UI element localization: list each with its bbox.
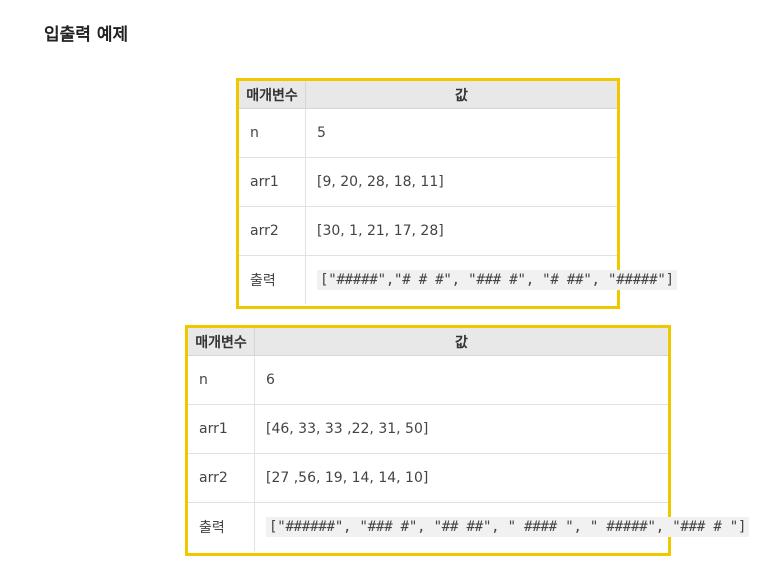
param-name-cell: n [188, 355, 255, 405]
param-name-cell: arr2 [239, 206, 306, 256]
table-row: arr1 [9, 20, 28, 18, 11] [239, 157, 617, 207]
param-name-cell: n [239, 108, 306, 158]
value-column-header: 값 [305, 81, 617, 109]
param-name-cell: arr1 [239, 157, 306, 207]
output-value-cell: ["#####","# # #", "### #", "# ##", "####… [306, 256, 677, 305]
table-row: n 6 [188, 355, 668, 405]
example-table-2: 매개변수 값 n 6 arr1 [46, 33, 33 ,22, 31, 50]… [185, 325, 750, 556]
param-value-cell: 6 [254, 355, 668, 405]
table-row: arr2 [27 ,56, 19, 14, 14, 10] [188, 453, 668, 503]
table-row: 출력 ["#####","# # #", "### #", "# ##", "#… [239, 255, 677, 305]
output-code: ["######", "### #", "## ##", " #### ", "… [266, 517, 750, 537]
param-name-cell: 출력 [239, 255, 306, 304]
table-header-row: 매개변수 값 [239, 81, 617, 109]
table-row: arr2 [30, 1, 21, 17, 28] [239, 206, 617, 256]
table-header-row: 매개변수 값 [188, 328, 668, 356]
param-name-cell: arr1 [188, 404, 255, 454]
output-code: ["#####","# # #", "### #", "# ##", "####… [317, 270, 677, 290]
param-value-cell: 5 [305, 108, 617, 158]
param-column-header: 매개변수 [188, 328, 255, 356]
table-row: arr1 [46, 33, 33 ,22, 31, 50] [188, 404, 668, 454]
value-column-header: 값 [254, 328, 668, 356]
example-table-grid: 매개변수 값 n 6 arr1 [46, 33, 33 ,22, 31, 50]… [188, 328, 750, 552]
param-name-cell: arr2 [188, 453, 255, 503]
example-table-1: 매개변수 값 n 5 arr1 [9, 20, 28, 18, 11] arr2… [236, 78, 677, 309]
page-title: 입출력 예제 [44, 25, 129, 45]
example-table-grid: 매개변수 값 n 5 arr1 [9, 20, 28, 18, 11] arr2… [239, 81, 677, 305]
param-name-cell: 출력 [188, 502, 255, 551]
table-row: n 5 [239, 108, 617, 158]
param-value-cell: [30, 1, 21, 17, 28] [305, 206, 617, 256]
param-value-cell: [27 ,56, 19, 14, 14, 10] [254, 453, 668, 503]
param-value-cell: [46, 33, 33 ,22, 31, 50] [254, 404, 668, 454]
output-value-cell: ["######", "### #", "## ##", " #### ", "… [255, 503, 750, 552]
table-row: 출력 ["######", "### #", "## ##", " #### "… [188, 502, 750, 552]
param-column-header: 매개변수 [239, 81, 306, 109]
param-value-cell: [9, 20, 28, 18, 11] [305, 157, 617, 207]
